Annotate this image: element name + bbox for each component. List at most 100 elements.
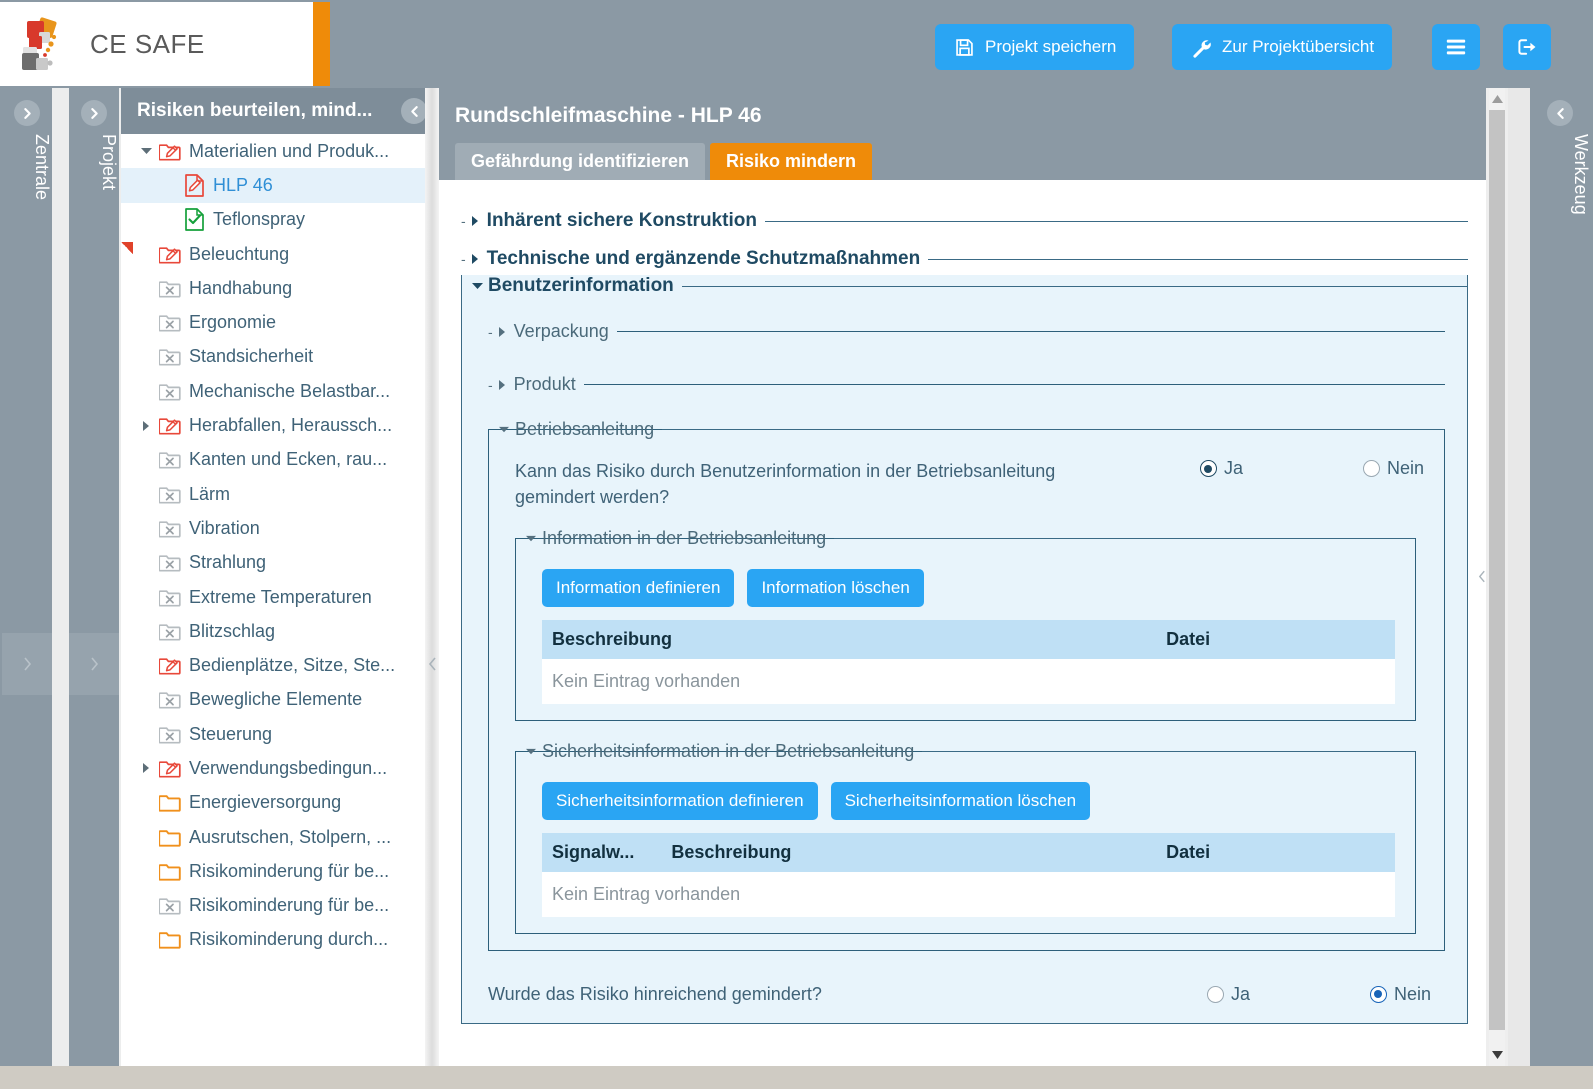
define-safety-information-button[interactable]: Sicherheitsinformation definieren (542, 782, 818, 821)
folder-x-grey-icon (157, 382, 183, 401)
tree-item[interactable]: Beleuchtung (121, 237, 439, 271)
tree-item-label: Beleuchtung (189, 243, 290, 264)
tree-item-list[interactable]: Materialien und Produk... HLP 46 Teflonspr… (121, 134, 439, 1066)
folder-x-grey-icon (157, 553, 183, 572)
tab-risiko-mindern[interactable]: Risiko mindern (710, 143, 873, 180)
tree-item[interactable]: Risikominderung durch... (121, 923, 439, 957)
hamburger-menu-button[interactable] (1432, 24, 1480, 70)
rail-grip-projekt[interactable] (69, 633, 119, 695)
tree-item[interactable]: Bedienplätze, Sitze, Ste... (121, 648, 439, 682)
tree-item[interactable]: Energieversorgung (121, 786, 439, 820)
twisty-down-icon[interactable] (135, 146, 157, 157)
folder-x-grey-icon (157, 725, 183, 744)
collapse-tree-panel-icon[interactable] (401, 98, 427, 124)
chevron-down-icon[interactable] (497, 425, 511, 435)
tree-item-label: Strahlung (189, 552, 267, 573)
tree-item[interactable]: Lärm (121, 477, 439, 511)
box-rule (834, 538, 1415, 540)
section-title[interactable]: Benutzerinformation (488, 275, 674, 297)
radio-betriebsanleitung-nein[interactable]: Nein (1362, 458, 1424, 479)
tree-item[interactable]: Steuerung (121, 717, 439, 751)
question-row-betriebsanleitung: Kann das Risiko durch Benutzerinformatio… (515, 458, 1424, 510)
section-inhaerent-sichere-konstruktion: - Inhärent sichere Konstruktion (461, 210, 1468, 232)
chevron-down-icon[interactable] (524, 747, 538, 757)
tree-item-label: Lärm (189, 483, 231, 504)
radio-selected-icon (1199, 460, 1217, 477)
column-header-beschreibung[interactable]: Beschreibung (542, 620, 1157, 660)
column-header-datei[interactable]: Datei (1156, 620, 1395, 660)
tree-item[interactable]: Materialien und Produk... (121, 134, 439, 168)
application-window: CE SAFE Projekt speichern Zur Projektübe… (0, 0, 1593, 1089)
expand-projekt-icon[interactable] (81, 100, 107, 126)
folder-orange-icon (157, 828, 183, 847)
tree-item-label: Herabfallen, Heraussch... (189, 415, 393, 436)
define-information-button[interactable]: Information definieren (542, 569, 735, 608)
tree-panel-splitter[interactable] (425, 88, 439, 1066)
delete-safety-information-button[interactable]: Sicherheitsinformation löschen (830, 782, 1091, 821)
radio-betriebsanleitung-ja[interactable]: Ja (1199, 458, 1243, 479)
tree-item[interactable]: Mechanische Belastbar... (121, 374, 439, 408)
box-title[interactable]: Information in der Betriebsanleitung (542, 528, 826, 549)
subsection-title[interactable]: Produkt (514, 374, 576, 395)
column-header-beschreibung[interactable]: Beschreibung (661, 833, 1157, 873)
rail-grip-zentrale[interactable] (2, 633, 52, 695)
folder-x-grey-icon (157, 588, 183, 607)
tree-item[interactable]: Handhabung (121, 271, 439, 305)
logout-button[interactable] (1503, 24, 1551, 70)
rail-label-werkzeug: Werkzeug (1571, 134, 1591, 215)
tree-splitter-grip[interactable] (425, 633, 439, 695)
tree-item-label: Steuerung (189, 723, 273, 744)
column-header-signalwort[interactable]: Signalw... (542, 833, 662, 873)
radio-risiko-gemindert-nein[interactable]: Nein (1369, 984, 1431, 1005)
tree-item[interactable]: Risikominderung für be... (121, 889, 439, 923)
tree-item-label: Vibration (189, 517, 260, 538)
sidebar-rail-zentrale[interactable]: Zentrale (2, 88, 52, 1066)
folder-x-grey-icon (157, 450, 183, 469)
sidebar-rail-projekt[interactable]: Projekt (69, 88, 119, 1066)
tree-item[interactable]: Blitzschlag (121, 614, 439, 648)
chevron-right-icon[interactable] (469, 253, 483, 265)
folder-edit-red-icon (157, 142, 183, 161)
tree-item[interactable]: Vibration (121, 511, 439, 545)
section-title[interactable]: Inhärent sichere Konstruktion (487, 210, 757, 232)
chevron-down-icon[interactable] (524, 534, 538, 544)
tree-item[interactable]: Extreme Temperaturen (121, 580, 439, 614)
expand-zentrale-icon[interactable] (14, 100, 40, 126)
scrollbar-thumb[interactable] (1489, 110, 1505, 1030)
twisty-right-icon[interactable] (135, 762, 157, 774)
folder-x-grey-icon (157, 896, 183, 915)
tree-item[interactable]: Strahlung (121, 546, 439, 580)
column-header-datei[interactable]: Datei (1156, 833, 1395, 873)
tree-item[interactable]: Risikominderung für be... (121, 854, 439, 888)
tree-item[interactable]: Verwendungsbedingun... (121, 751, 439, 785)
tree-item[interactable]: Ergonomie (121, 305, 439, 339)
tree-item[interactable]: Standsicherheit (121, 340, 439, 374)
tree-item[interactable]: Herabfallen, Heraussch... (121, 408, 439, 442)
radio-risiko-gemindert-ja[interactable]: Ja (1206, 984, 1250, 1005)
main-vertical-scrollbar[interactable] (1486, 88, 1508, 1066)
project-overview-button[interactable]: Zur Projektübersicht (1172, 24, 1393, 70)
section-title[interactable]: Technische und ergänzende Schutzmaßnahme… (487, 248, 921, 270)
tree-item[interactable]: Bewegliche Elemente (121, 683, 439, 717)
delete-information-button[interactable]: Information löschen (747, 569, 924, 608)
chevron-right-icon[interactable] (469, 215, 483, 227)
chevron-down-icon[interactable] (470, 281, 484, 292)
chevron-right-icon[interactable] (496, 379, 510, 391)
expand-werkzeug-icon[interactable] (1547, 100, 1573, 126)
box-title[interactable]: Betriebsanleitung (515, 419, 654, 440)
tree-item[interactable]: Kanten und Ecken, rau... (121, 443, 439, 477)
tree-item[interactable]: HLP 46 (121, 168, 439, 203)
subsection-title[interactable]: Verpackung (514, 321, 609, 342)
empty-state-text: Kein Eintrag vorhanden (542, 659, 1395, 705)
save-project-button[interactable]: Projekt speichern (935, 24, 1135, 70)
scroll-down-arrow-icon[interactable] (1486, 1044, 1508, 1066)
box-title[interactable]: Sicherheitsinformation in der Betriebsan… (542, 741, 914, 762)
tab-gefaehrdung-identifizieren[interactable]: Gefährdung identifizieren (455, 143, 706, 180)
twisty-right-icon[interactable] (135, 420, 157, 432)
tree-item[interactable]: Ausrutschen, Stolpern, ... (121, 820, 439, 854)
sidebar-rail-werkzeug[interactable]: Werkzeug (1530, 88, 1591, 1066)
scroll-up-arrow-icon[interactable] (1486, 88, 1508, 110)
chevron-right-icon[interactable] (496, 326, 510, 338)
tree-item[interactable]: Teflonspray (121, 203, 439, 237)
radio-selected-icon (1369, 985, 1387, 1003)
